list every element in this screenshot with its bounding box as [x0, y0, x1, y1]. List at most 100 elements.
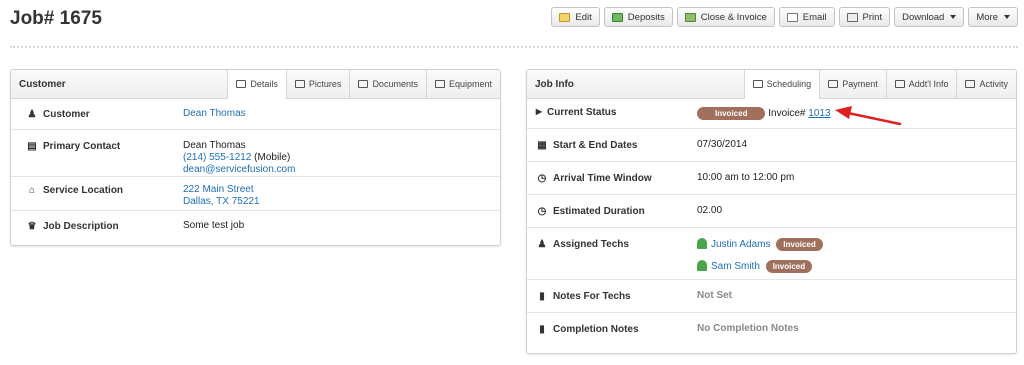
completion-notes-row: ▮ Completion Notes No Completion Notes — [527, 313, 1016, 346]
primary-contact-label-cell: ▤ Primary Contact — [11, 130, 183, 176]
dates-label: Start & End Dates — [553, 140, 638, 151]
money-icon — [611, 12, 623, 22]
print-label: Print — [862, 11, 883, 23]
customer-panel-title: Customer — [19, 78, 66, 90]
customer-name-link[interactable]: Dean Thomas — [183, 108, 246, 119]
tab-addtl-info[interactable]: Addt'l Info — [885, 70, 957, 98]
edit-label: Edit — [575, 11, 592, 23]
assigned-techs-row: ♟ Assigned Techs Justin Adams Invoiced Sa… — [527, 228, 1016, 280]
tab-pictures[interactable]: Pictures — [285, 70, 350, 98]
customer-value-cell: Dean Thomas — [183, 99, 246, 129]
primary-contact-label: Primary Contact — [43, 141, 121, 152]
dates-value: 07/30/2014 — [697, 139, 748, 150]
job-info-panel: Job Info Scheduling Payment Addt'l Info … — [526, 69, 1017, 354]
address-line1-link[interactable]: 222 Main Street — [183, 184, 260, 196]
camera-icon — [294, 80, 305, 88]
assigned-techs-value-cell: Justin Adams Invoiced Sam Smith Invoiced — [697, 228, 823, 279]
more-dropdown[interactable]: More — [968, 7, 1018, 27]
tech-name-link[interactable]: Justin Adams — [711, 239, 770, 250]
email-button[interactable]: Email — [778, 7, 835, 27]
arrival-row: ◷ Arrival Time Window 10:00 am to 12:00 p… — [527, 162, 1016, 195]
toolbar: Edit Deposits Close & Invoice Email Prin… — [551, 7, 1018, 27]
tab-equipment[interactable]: Equipment — [425, 70, 500, 98]
phone-type: (Mobile) — [254, 152, 291, 163]
tab-addtl-info-label: Addt'l Info — [908, 79, 949, 89]
customer-label-cell: ♟ Customer — [11, 99, 183, 129]
completion-notes-label-cell: ▮ Completion Notes — [527, 313, 697, 346]
download-label: Download — [902, 11, 945, 23]
edit-icon — [559, 12, 571, 22]
close-invoice-label: Close & Invoice — [700, 11, 767, 23]
email-link[interactable]: dean@servicefusion.com — [183, 164, 295, 176]
job-description-label: Job Description — [43, 221, 119, 232]
email-label: Email — [802, 11, 827, 23]
envelope-icon — [786, 12, 798, 22]
tab-equipment-label: Equipment — [448, 79, 492, 89]
completion-notes-value-cell: No Completion Notes — [697, 313, 799, 346]
arrival-value: 10:00 am to 12:00 pm — [697, 172, 795, 183]
customer-label: Customer — [43, 109, 90, 120]
phone-link[interactable]: (214) 555-1212 — [183, 152, 251, 163]
dollar-icon — [828, 80, 839, 88]
primary-contact-name: Dean Thomas — [183, 140, 246, 151]
tab-details-label: Details — [250, 79, 278, 89]
completion-notes-label: Completion Notes — [553, 324, 639, 335]
tab-activity[interactable]: Activity — [956, 70, 1016, 98]
notes-techs-value-cell: Not Set — [697, 280, 732, 312]
job-description-value: Some test job — [183, 220, 245, 231]
completion-notes-value: No Completion Notes — [697, 323, 799, 334]
current-status-label: Current Status — [547, 107, 617, 118]
deposits-button[interactable]: Deposits — [603, 7, 673, 27]
tech-user-icon — [697, 238, 707, 249]
current-status-row: ▶ Current Status Invoiced Invoice# 1013 — [527, 99, 1016, 129]
job-description-row: ♛ Job Description Some test job — [11, 211, 500, 245]
calendar-icon — [752, 80, 763, 88]
dates-label-cell: ▦ Start & End Dates — [527, 129, 697, 161]
home-icon: ⌂ — [28, 185, 36, 196]
duration-value: 02.00 — [697, 205, 723, 216]
invoice-prefix: Invoice# — [768, 108, 806, 119]
tab-payment-label: Payment — [842, 79, 878, 89]
address-line2-link[interactable]: Dallas, TX 75221 — [183, 196, 260, 208]
assigned-techs-label-cell: ♟ Assigned Techs — [527, 228, 697, 279]
triangle-right-icon[interactable]: ▶ — [535, 107, 543, 116]
list-icon — [236, 80, 247, 88]
printer-icon — [846, 12, 858, 22]
download-dropdown[interactable]: Download — [894, 7, 965, 27]
primary-contact-phone-line: (214) 555-1212 (Mobile) — [183, 152, 295, 164]
notes-techs-label: Notes For Techs — [553, 291, 631, 302]
timer-icon: ◷ — [537, 206, 547, 217]
tech-name-link[interactable]: Sam Smith — [711, 261, 760, 272]
notes-techs-label-cell: ▮ Notes For Techs — [527, 280, 697, 312]
activity-list-icon — [965, 80, 976, 88]
tab-documents[interactable]: Documents — [349, 70, 426, 98]
status-badge: Invoiced — [697, 107, 766, 120]
tab-pictures-label: Pictures — [308, 79, 342, 89]
equipment-icon — [434, 80, 445, 88]
current-status-value-cell: Invoiced Invoice# 1013 — [697, 99, 831, 128]
current-status-label-cell: ▶ Current Status — [527, 99, 697, 128]
tab-scheduling[interactable]: Scheduling — [743, 70, 820, 99]
tab-payment[interactable]: Payment — [819, 70, 886, 98]
arrival-label: Arrival Time Window — [553, 173, 652, 184]
job-description-label-cell: ♛ Job Description — [11, 211, 183, 245]
edit-button[interactable]: Edit — [551, 7, 600, 27]
job-info-panel-title: Job Info — [535, 78, 574, 90]
job-info-panel-header: Job Info Scheduling Payment Addt'l Info … — [527, 70, 1016, 99]
tab-details[interactable]: Details — [227, 70, 286, 99]
primary-contact-row: ▤ Primary Contact Dean Thomas (214) 555-1… — [11, 130, 500, 177]
annotation-arrow — [835, 106, 902, 126]
tech-item: Sam Smith Invoiced — [697, 260, 823, 273]
users-icon: ♟ — [27, 109, 37, 120]
tech-item: Justin Adams Invoiced — [697, 238, 823, 251]
primary-contact-value-cell: Dean Thomas (214) 555-1212 (Mobile) dean… — [183, 130, 295, 176]
print-button[interactable]: Print — [838, 7, 891, 27]
tab-documents-label: Documents — [372, 79, 418, 89]
duration-label: Estimated Duration — [553, 206, 645, 217]
notes-techs-value: Not Set — [697, 290, 732, 301]
invoice-number-link[interactable]: 1013 — [808, 108, 830, 119]
duration-label-cell: ◷ Estimated Duration — [527, 195, 697, 227]
service-location-value-cell: 222 Main Street Dallas, TX 75221 — [183, 177, 260, 210]
close-invoice-button[interactable]: Close & Invoice — [676, 7, 775, 27]
customer-panel: Customer Details Pictures Documents Equi… — [10, 69, 501, 246]
